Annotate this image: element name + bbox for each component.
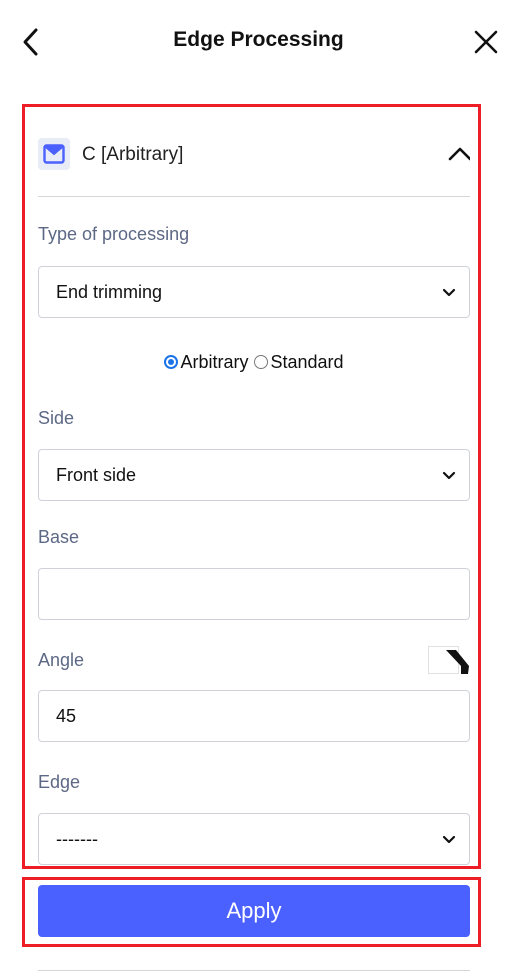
radio-arbitrary[interactable]: Arbitrary: [164, 352, 248, 373]
section-divider: [38, 196, 470, 197]
base-input[interactable]: [38, 568, 470, 620]
edge-label: Edge: [38, 772, 81, 792]
chevron-down-icon: [442, 835, 456, 844]
side-label: Side: [38, 408, 75, 428]
radio-arbitrary-label: Arbitrary: [180, 351, 249, 372]
side-value: Front side: [56, 465, 137, 485]
angle-input[interactable]: 45: [38, 690, 470, 742]
type-of-processing-value: End trimming: [56, 282, 163, 302]
header-bar: Edge Processing: [0, 0, 517, 84]
page-title: Edge Processing: [173, 28, 344, 51]
base-label: Base: [38, 527, 80, 547]
close-icon: [474, 30, 498, 54]
chevron-down-icon: [442, 471, 456, 480]
bottom-divider: [38, 970, 470, 971]
type-of-processing-select[interactable]: End trimming: [38, 266, 470, 318]
chevron-up-icon: [448, 147, 470, 161]
radio-unselected-indicator[interactable]: [254, 355, 269, 369]
radio-selected-indicator[interactable]: [164, 355, 179, 369]
angle-value: 45: [56, 706, 77, 726]
edge-select[interactable]: -------: [38, 813, 470, 865]
chevron-down-icon: [442, 288, 456, 297]
envelope-square-icon: [38, 138, 70, 170]
side-select[interactable]: Front side: [38, 449, 470, 501]
section-title: C [Arbitrary]: [82, 144, 184, 165]
edge-value: -------: [56, 829, 98, 849]
radio-standard[interactable]: Standard: [254, 351, 344, 373]
mode-radio-group: Arbitrary Standard: [38, 348, 470, 376]
apply-button[interactable]: Apply: [38, 885, 470, 937]
angle-label: Angle: [38, 650, 85, 670]
radio-standard-label: Standard: [270, 351, 344, 372]
collapse-button[interactable]: [446, 142, 470, 166]
type-of-processing-label: Type of processing: [38, 224, 190, 244]
section-header[interactable]: C [Arbitrary]: [38, 138, 470, 178]
angle-bevel-icon: [428, 646, 469, 674]
edge-settings-panel: C [Arbitrary] Type of processing End tri…: [38, 108, 470, 866]
close-button[interactable]: [472, 26, 500, 58]
